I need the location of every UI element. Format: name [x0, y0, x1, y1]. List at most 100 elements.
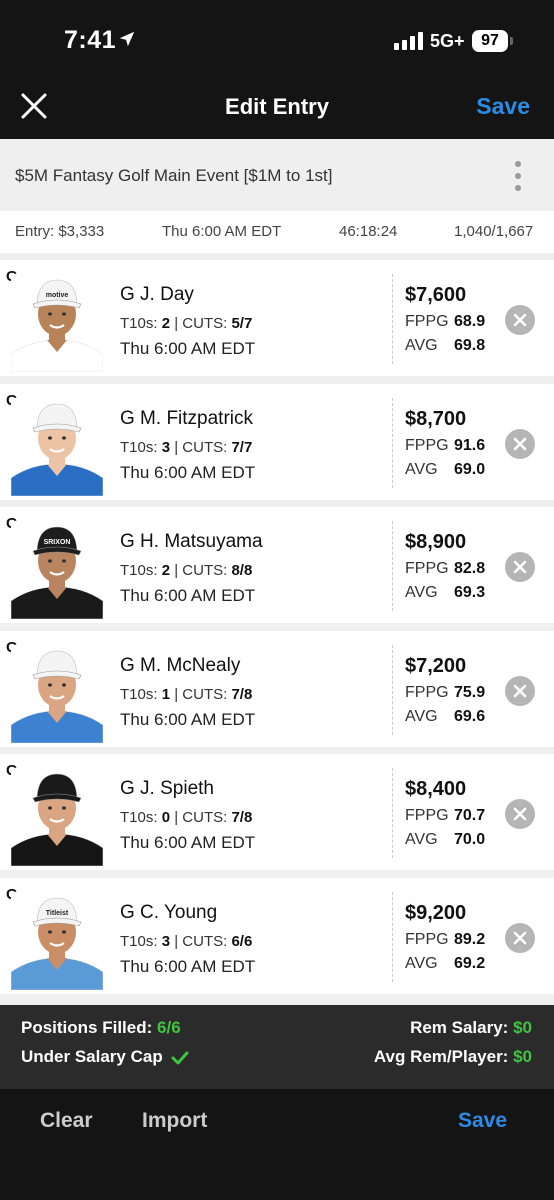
cuts-label: CUTS: [182, 685, 228, 703]
tee-time: Thu 6:00 AM EDT [120, 339, 256, 358]
remove-player-button[interactable] [505, 305, 535, 335]
bottom-action-bar: Clear Import Save [0, 1089, 554, 1200]
player-card[interactable]: G G M. McNealy T10s: 1 | CUTS: 7/8 Thu 6… [0, 630, 554, 747]
tee-time: Thu 6:00 AM EDT [120, 586, 256, 605]
remove-x-icon [513, 931, 527, 944]
avg-stat: AVG 69.6 [405, 707, 485, 726]
player-card[interactable]: G SRIXON G H. Matsuyama T10s: 2 | CUTS: … [0, 507, 554, 623]
t10s-value: 3 [161, 932, 171, 950]
tee-time: Thu 6:00 AM EDT [120, 956, 256, 976]
avg-label: AVG [405, 707, 438, 725]
t10s-label: T10s: [120, 932, 158, 950]
cuts-value: 5/7 [231, 315, 253, 332]
remove-player-button[interactable] [505, 675, 535, 706]
fppg-stat: FPPG 89.2 [405, 931, 485, 949]
fppg-stat: FPPG 75.9 [405, 683, 485, 702]
cuts-value: 7/8 [231, 809, 253, 826]
remove-player-button[interactable] [505, 552, 535, 582]
player-stats: T10s: 3 | CUTS: 7/7 [120, 439, 252, 456]
avg-stat: AVG 70.0 [405, 831, 485, 849]
countdown: 46:18:24 [339, 223, 398, 240]
tee-time: Thu 6:00 AM EDT [120, 709, 256, 729]
cuts-label: CUTS: [182, 809, 228, 826]
player-salary: $8,700 [405, 407, 467, 430]
page-title: Edit Entry [225, 94, 329, 119]
t10s-label: T10s: [120, 809, 158, 826]
player-name: G M. Fitzpatrick [120, 407, 254, 429]
player-photo: motive [11, 274, 103, 372]
card-divider [392, 521, 393, 611]
fppg-value: 82.8 [454, 560, 486, 577]
stats-separator: | [174, 438, 179, 456]
fppg-value: 70.7 [454, 807, 486, 824]
cuts-value: 7/7 [231, 438, 253, 456]
checkmark-icon [171, 1051, 189, 1065]
remove-x-icon [513, 807, 527, 821]
contest-name: $5M Fantasy Golf Main Event [$1M to 1st] [15, 166, 333, 185]
player-salary: $7,200 [405, 654, 467, 677]
bottom-save-button[interactable]: Save [458, 1109, 507, 1133]
player-stats: T10s: 1 | CUTS: 7/8 [120, 686, 252, 703]
fppg-value: 89.2 [454, 930, 486, 948]
fppg-label: FPPG [405, 560, 449, 577]
player-card[interactable]: G G M. Fitzpatrick T10s: 3 | CUTS: 7/7 T… [0, 383, 554, 500]
lineup-summary: Positions Filled: 6/6 Rem Salary: $0 Und… [0, 1005, 554, 1089]
player-photo [11, 768, 103, 866]
player-card[interactable]: G G J. Spieth T10s: 0 | CUTS: 7/8 Thu 6:… [0, 754, 554, 870]
avg-stat: AVG 69.0 [405, 461, 485, 479]
player-salary: $7,600 [405, 284, 467, 306]
player-card[interactable]: G Titleist G C. Young T10s: 3 | CUTS: 6/… [0, 877, 554, 994]
nav-bar: Edit Entry Save [0, 80, 554, 138]
t10s-value: 0 [161, 809, 171, 826]
remove-player-button[interactable] [505, 922, 535, 953]
stats-separator: | [174, 562, 179, 579]
cuts-label: CUTS: [182, 562, 228, 579]
player-photo [11, 397, 103, 496]
avg-value: 70.0 [454, 831, 486, 848]
contest-info-row: Entry: $3,333 Thu 6:00 AM EDT 46:18:24 1… [0, 211, 554, 253]
fppg-value: 68.9 [454, 313, 486, 330]
rem-salary-value: $0 [513, 1018, 532, 1037]
clear-button[interactable]: Clear [40, 1109, 93, 1133]
entry-fee: Entry: $3,333 [15, 223, 105, 240]
contest-header: $5M Fantasy Golf Main Event [$1M to 1st] [0, 139, 554, 211]
import-button[interactable]: Import [142, 1109, 207, 1133]
save-button[interactable]: Save [476, 93, 530, 120]
positions-filled-value: 6/6 [157, 1018, 181, 1037]
avg-value: 69.6 [454, 707, 486, 725]
cuts-value: 6/6 [231, 932, 253, 950]
remove-x-icon [513, 684, 527, 697]
remove-player-button[interactable] [505, 428, 535, 459]
player-card[interactable]: G motive G J. Day T10s: 2 | CUTS: 5/7 Th… [0, 260, 554, 376]
t10s-label: T10s: [120, 438, 158, 456]
player-photo: SRIXON [11, 521, 103, 619]
player-photo [11, 644, 103, 743]
cuts-label: CUTS: [182, 932, 228, 950]
avg-rem-value: $0 [513, 1047, 532, 1066]
stats-separator: | [174, 932, 179, 950]
location-arrow-icon [119, 31, 135, 47]
network-label: 5G+ [430, 31, 465, 51]
battery-icon: 97 [472, 30, 508, 52]
player-salary: $9,200 [405, 901, 467, 924]
fppg-stat: FPPG 82.8 [405, 560, 485, 578]
fppg-value: 75.9 [454, 683, 486, 701]
player-photo: Titleist [11, 891, 103, 990]
t10s-value: 2 [161, 562, 171, 579]
cuts-value: 8/8 [231, 562, 253, 579]
stats-separator: | [174, 315, 179, 332]
svg-text:motive: motive [46, 292, 69, 299]
player-name: G J. Day [120, 284, 194, 305]
tee-time: Thu 6:00 AM EDT [120, 833, 256, 852]
avg-stat: AVG 69.8 [405, 337, 485, 355]
rem-salary-label: Rem Salary: [410, 1018, 509, 1037]
t10s-value: 3 [161, 438, 171, 456]
status-bar: 7:41 5G+ 97 [0, 0, 554, 80]
fppg-label: FPPG [405, 683, 449, 701]
t10s-value: 1 [161, 685, 171, 703]
signal-icon [394, 32, 423, 50]
avg-label: AVG [405, 954, 438, 972]
more-options-icon[interactable] [514, 161, 522, 191]
remove-player-button[interactable] [505, 799, 535, 829]
card-divider [392, 274, 393, 364]
